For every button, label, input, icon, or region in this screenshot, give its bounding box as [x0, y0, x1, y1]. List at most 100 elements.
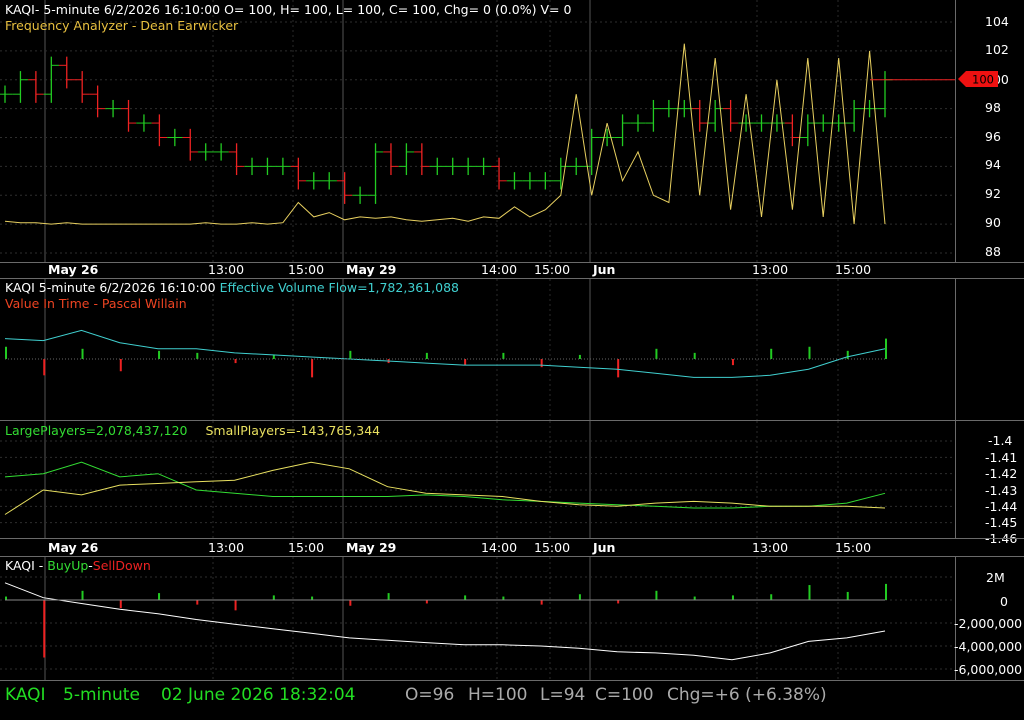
volume-bar — [693, 352, 696, 359]
buyup-chart-svg — [0, 557, 955, 680]
buyup-selldown-bar — [502, 596, 505, 600]
status-close: C=100 — [595, 685, 654, 705]
price-panel: KAQI- 5-minute 6/2/2026 16:10:00 O= 100,… — [0, 0, 1024, 262]
volume-bar — [464, 359, 467, 366]
buyup-selldown-bar — [272, 595, 275, 600]
cumulative-line — [4, 582, 886, 661]
y-tick: 102 — [985, 42, 1009, 57]
effective-volume-flow-line — [4, 329, 886, 378]
buyup-selldown-bar — [234, 600, 237, 611]
players-chart-svg — [0, 421, 955, 538]
volume-bar — [808, 346, 811, 359]
price-header: KAQI- 5-minute 6/2/2026 16:10:00 O= 100,… — [5, 2, 572, 17]
y-tick: 94 — [985, 157, 1001, 172]
buyup-selldown-bar — [349, 600, 352, 606]
volume-bar — [349, 350, 352, 359]
buyup-selldown-panel: KAQI - BuyUp-SellDown 2M 0 -2,000,000 -4… — [0, 557, 1024, 680]
x-label-may29: May 29 — [346, 540, 397, 555]
y-tick: -2,000,000 — [954, 616, 1023, 631]
volume-bar — [119, 359, 122, 372]
buyup-selldown-bar — [196, 600, 199, 605]
volume-header-prefix: KAQI 5-minute 6/2/2026 16:10:00 — [5, 280, 216, 295]
last-price-tag-text: 100 — [972, 73, 994, 87]
x-label-may26: May 26 — [48, 262, 99, 277]
x-label-1500c: 15:00 — [835, 262, 872, 277]
last-price-tag: 100 — [958, 71, 998, 87]
x-label-1500c: 15:00 — [835, 540, 872, 555]
buyup-selldown-bar — [808, 585, 811, 600]
status-datetime: 02 June 2026 18:32:04 — [161, 685, 356, 705]
y-tick: 90 — [985, 215, 1001, 230]
buyup-selldown-bar — [387, 593, 390, 600]
status-interval: 5-minute — [63, 685, 140, 705]
y-tick: -1.41 — [985, 450, 1018, 465]
volume-bar — [578, 354, 581, 359]
status-symbol: KAQI — [5, 685, 46, 705]
y-tick: 0 — [1000, 594, 1008, 609]
y-tick: -6,000,000 — [954, 662, 1023, 677]
x-label-1300: 13:00 — [208, 262, 245, 277]
volume-bar — [502, 352, 505, 359]
x-label-may26: May 26 — [48, 540, 99, 555]
y-tick: -1.4 — [988, 433, 1013, 448]
status-high: H=100 — [468, 685, 528, 705]
volume-flow-panel: KAQI 5-minute 6/2/2026 16:10:00 Effectiv… — [0, 279, 1024, 420]
buyup-label: BuyUp — [47, 558, 89, 573]
x-label-jun: Jun — [593, 540, 616, 555]
volume-bar — [5, 346, 7, 359]
large-players-line — [4, 461, 886, 509]
price-plot-area[interactable] — [0, 0, 956, 262]
volume-bar — [655, 348, 658, 359]
large-players-value: LargePlayers=2,078,437,120 — [5, 423, 188, 438]
buyup-selldown-bar — [158, 593, 161, 600]
frequency-analyzer-line — [4, 43, 886, 225]
volume-bar — [885, 338, 887, 359]
y-tick: -1.43 — [985, 483, 1018, 498]
buyup-selldown-bar — [119, 600, 122, 609]
y-tick: 2M — [986, 570, 1005, 585]
buyup-header: KAQI - BuyUp-SellDown — [5, 558, 151, 573]
price-chart-svg — [0, 0, 955, 262]
y-tick: 104 — [985, 14, 1009, 29]
status-open: O=96 — [405, 685, 455, 705]
small-players-value: SmallPlayers=-143,765,344 — [205, 423, 381, 438]
x-label-1500b: 15:00 — [534, 540, 571, 555]
buyup-selldown-bar — [464, 595, 467, 600]
buyup-selldown-bar — [846, 591, 849, 600]
volume-bar — [846, 350, 849, 359]
volume-bar — [81, 348, 84, 359]
buyup-plot-area[interactable] — [0, 557, 956, 680]
players-panel: LargePlayers=2,078,437,120 SmallPlayers=… — [0, 421, 1024, 546]
buyup-selldown-bar — [540, 600, 543, 605]
status-low: L=94 — [540, 685, 586, 705]
volume-bar — [311, 359, 314, 378]
buyup-selldown-bar — [885, 583, 887, 600]
buyup-selldown-bar — [578, 594, 581, 600]
buyup-selldown-bar — [81, 590, 84, 600]
y-tick: -1.42 — [985, 466, 1018, 481]
buyup-selldown-bar — [617, 600, 620, 604]
x-label-jun: Jun — [593, 262, 616, 277]
players-header: LargePlayers=2,078,437,120 SmallPlayers=… — [5, 423, 380, 438]
frequency-analyzer-label: Frequency Analyzer - Dean Earwicker — [5, 18, 239, 33]
buyup-selldown-bar — [731, 595, 734, 600]
volume-bar — [158, 350, 161, 359]
y-tick: -1.44 — [985, 499, 1018, 514]
volume-bar — [196, 352, 199, 359]
buyup-selldown-bar — [655, 590, 658, 600]
players-plot-area[interactable] — [0, 421, 956, 538]
volume-bar — [234, 359, 237, 364]
x-label-1300b: 13:00 — [752, 262, 789, 277]
effective-volume-flow-value: Effective Volume Flow=1,782,361,088 — [219, 280, 460, 295]
volume-bar — [540, 359, 543, 368]
x-label-1400: 14:00 — [481, 262, 518, 277]
status-change: Chg=+6 (+6.38%) — [667, 685, 827, 705]
buyup-prefix: KAQI - — [5, 558, 48, 573]
x-label-may29: May 29 — [346, 262, 397, 277]
panel-divider — [0, 538, 1024, 539]
x-label-1500: 15:00 — [288, 262, 325, 277]
volume-bar — [770, 348, 773, 359]
buyup-selldown-bar — [693, 596, 696, 600]
volume-bar — [617, 359, 620, 378]
volume-bar — [272, 354, 275, 359]
